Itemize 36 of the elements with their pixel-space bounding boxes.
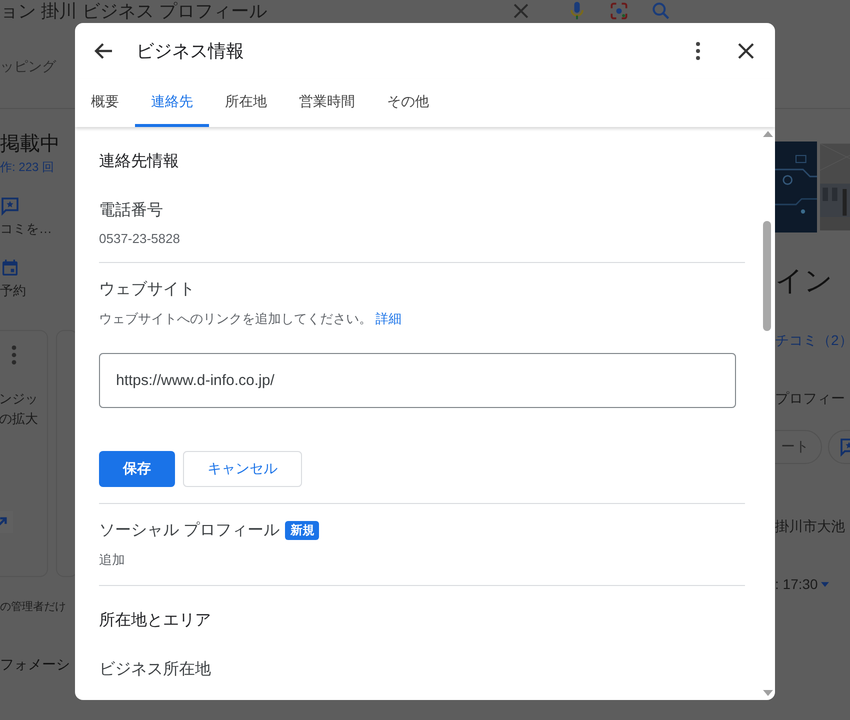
field-value[interactable]: 追加 bbox=[99, 551, 760, 569]
tab[interactable]: 営業時間 bbox=[283, 79, 371, 127]
field-label: ソーシャル プロフィール bbox=[99, 520, 280, 541]
cancel-button[interactable]: キャンセル bbox=[183, 451, 302, 487]
view-count: 作: 223 回 bbox=[0, 159, 56, 176]
profile-text: プロフィー bbox=[775, 390, 846, 408]
help-text: ウェブサイトへのリンクを追加してください。 詳細 bbox=[99, 310, 403, 328]
owner-note: の管理者だけ bbox=[0, 600, 67, 614]
field-value: 0537-23-5828 bbox=[99, 231, 181, 246]
hours-text: : 17:30 bbox=[775, 576, 818, 592]
business-title: 掲載中 bbox=[0, 132, 61, 157]
dialog-title: ビジネス情報 bbox=[136, 40, 245, 63]
save-button[interactable]: 保存 bbox=[99, 451, 175, 487]
section-heading: 連絡先情報 bbox=[99, 152, 180, 172]
calendar-icon[interactable] bbox=[0, 258, 20, 278]
tab[interactable]: その他 bbox=[371, 79, 445, 127]
business-title: イン bbox=[775, 264, 834, 298]
address-text: 掛川市大池 bbox=[775, 518, 846, 536]
camera-lens-icon[interactable] bbox=[608, 0, 630, 22]
action-label[interactable]: コミを… bbox=[0, 220, 76, 238]
search-icon[interactable] bbox=[650, 0, 672, 22]
search-query[interactable]: ョン 掛川 ビジネス プロフィール bbox=[0, 0, 510, 23]
tab[interactable]: 概要 bbox=[75, 79, 135, 127]
section-heading: 所在地とエリア bbox=[99, 610, 212, 631]
new-badge: 新規 bbox=[285, 521, 320, 540]
action-label[interactable]: 予約 bbox=[0, 282, 76, 300]
tab[interactable]: 連絡先 bbox=[135, 79, 209, 127]
tab[interactable]: 所在地 bbox=[209, 79, 283, 127]
field-label: 電話番号 bbox=[99, 200, 163, 221]
field-label: ウェブサイト bbox=[99, 280, 195, 300]
field-label: ビジネス所在地 bbox=[99, 660, 211, 680]
review-icon[interactable] bbox=[0, 196, 20, 216]
learn-more-link[interactable]: 詳細 bbox=[376, 311, 402, 326]
url-input[interactable]: https://www.d-info.co.jp/ bbox=[99, 353, 736, 408]
section-title: フォメーシ bbox=[0, 656, 71, 674]
caret-icon[interactable] bbox=[820, 582, 829, 586]
